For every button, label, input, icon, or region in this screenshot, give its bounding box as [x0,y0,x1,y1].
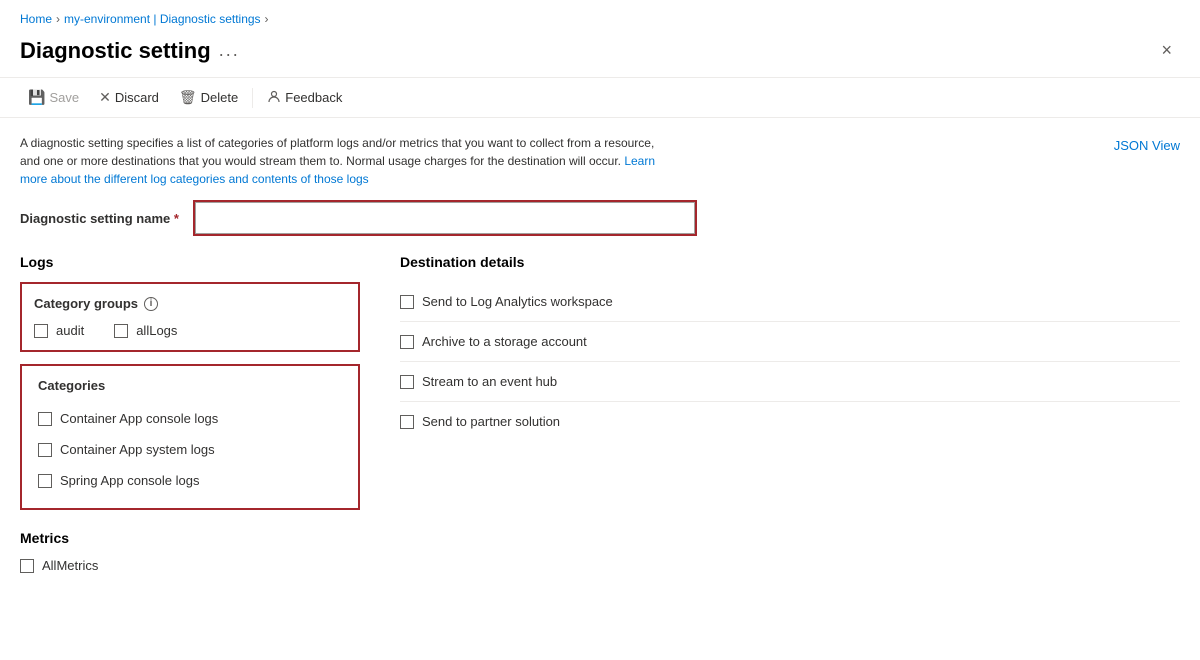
category-groups-box: Category groups i audit allLogs [20,282,360,352]
toolbar: 💾 Save ✕ Discard 🗑 Delete Feedback [0,77,1200,118]
save-button[interactable]: 💾 Save [20,84,87,111]
destination-section-title: Destination details [400,254,1180,270]
categories-title: Categories [38,378,342,393]
feedback-label: Feedback [285,90,342,105]
discard-label: Discard [115,90,159,105]
category-groups-header: Category groups i [34,296,346,311]
list-item: Send to Log Analytics workspace [400,282,1180,322]
list-item: Container App system logs [38,434,342,465]
list-item: Stream to an event hub [400,362,1180,402]
description-text1: A diagnostic setting specifies a list of… [20,136,654,150]
setting-name-label: Diagnostic setting name * [20,211,179,226]
destination-label-1: Archive to a storage account [422,334,587,349]
metrics-section-title: Metrics [20,530,1180,546]
list-item: Container App console logs [38,403,342,434]
page-title: Diagnostic setting [20,38,211,64]
categories-box: Categories Container App console logs Co… [20,364,360,510]
list-item: Archive to a storage account [400,322,1180,362]
category-label-2: Spring App console logs [60,473,199,488]
category-groups-info-icon[interactable]: i [144,297,158,311]
breadcrumb-sep2: › [265,12,269,26]
category-groups-checkboxes: audit allLogs [34,323,346,338]
toolbar-divider [252,88,253,108]
audit-checkbox[interactable] [34,324,48,338]
two-col-layout: Logs Category groups i audit allLogs [20,254,1180,510]
audit-checkbox-item: audit [34,323,84,338]
required-star: * [174,211,179,226]
delete-button[interactable]: 🗑 Delete [171,84,246,111]
feedback-button[interactable]: Feedback [259,84,350,111]
setting-name-input[interactable] [195,202,695,234]
allmetrics-row: AllMetrics [20,558,1180,573]
category-label-1: Container App system logs [60,442,215,457]
save-icon: 💾 [28,89,45,106]
breadcrumb-sep1: › [56,12,60,26]
log-categories-link[interactable]: more about the different log categories … [20,172,369,186]
title-more-options[interactable]: ... [219,40,240,61]
setting-name-row: Diagnostic setting name * [20,202,1180,234]
list-item: Spring App console logs [38,465,342,496]
json-view-link[interactable]: JSON View [1114,138,1180,153]
main-content: A diagnostic setting specifies a list of… [0,118,1200,589]
delete-label: Delete [201,90,239,105]
category-checkbox-2[interactable] [38,474,52,488]
delete-icon: 🗑 [179,89,197,106]
breadcrumb: Home › my-environment | Diagnostic setti… [0,0,1200,32]
category-checkbox-1[interactable] [38,443,52,457]
destination-label-2: Stream to an event hub [422,374,557,389]
audit-label: audit [56,323,84,338]
destination-checkbox-2[interactable] [400,375,414,389]
alllogs-label: allLogs [136,323,177,338]
category-label-0: Container App console logs [60,411,218,426]
category-checkbox-0[interactable] [38,412,52,426]
description-text2: and one or more destinations that you wo… [20,154,621,168]
description: A diagnostic setting specifies a list of… [20,134,780,188]
setting-name-text: Diagnostic setting name [20,211,170,226]
metrics-section: Metrics AllMetrics [20,530,1180,573]
destination-label-3: Send to partner solution [422,414,560,429]
destination-checkbox-0[interactable] [400,295,414,309]
allmetrics-label: AllMetrics [42,558,98,573]
save-label: Save [49,90,79,105]
alllogs-checkbox[interactable] [114,324,128,338]
breadcrumb-home[interactable]: Home [20,12,52,26]
list-item: Send to partner solution [400,402,1180,441]
discard-icon: ✕ [99,89,111,106]
title-row: Diagnostic setting ... × [0,32,1200,77]
destination-label-0: Send to Log Analytics workspace [422,294,613,309]
logs-section-title: Logs [20,254,360,270]
destination-column: Destination details Send to Log Analytic… [400,254,1180,510]
close-button[interactable]: × [1153,36,1180,65]
category-groups-title: Category groups [34,296,138,311]
allmetrics-checkbox[interactable] [20,559,34,573]
logs-column: Logs Category groups i audit allLogs [20,254,360,510]
destination-checkbox-1[interactable] [400,335,414,349]
breadcrumb-environment[interactable]: my-environment | Diagnostic settings [64,12,261,26]
discard-button[interactable]: ✕ Discard [91,84,167,111]
alllogs-checkbox-item: allLogs [114,323,177,338]
destination-checkbox-3[interactable] [400,415,414,429]
learn-more-link[interactable]: Learn [624,154,655,168]
feedback-icon [267,89,281,106]
